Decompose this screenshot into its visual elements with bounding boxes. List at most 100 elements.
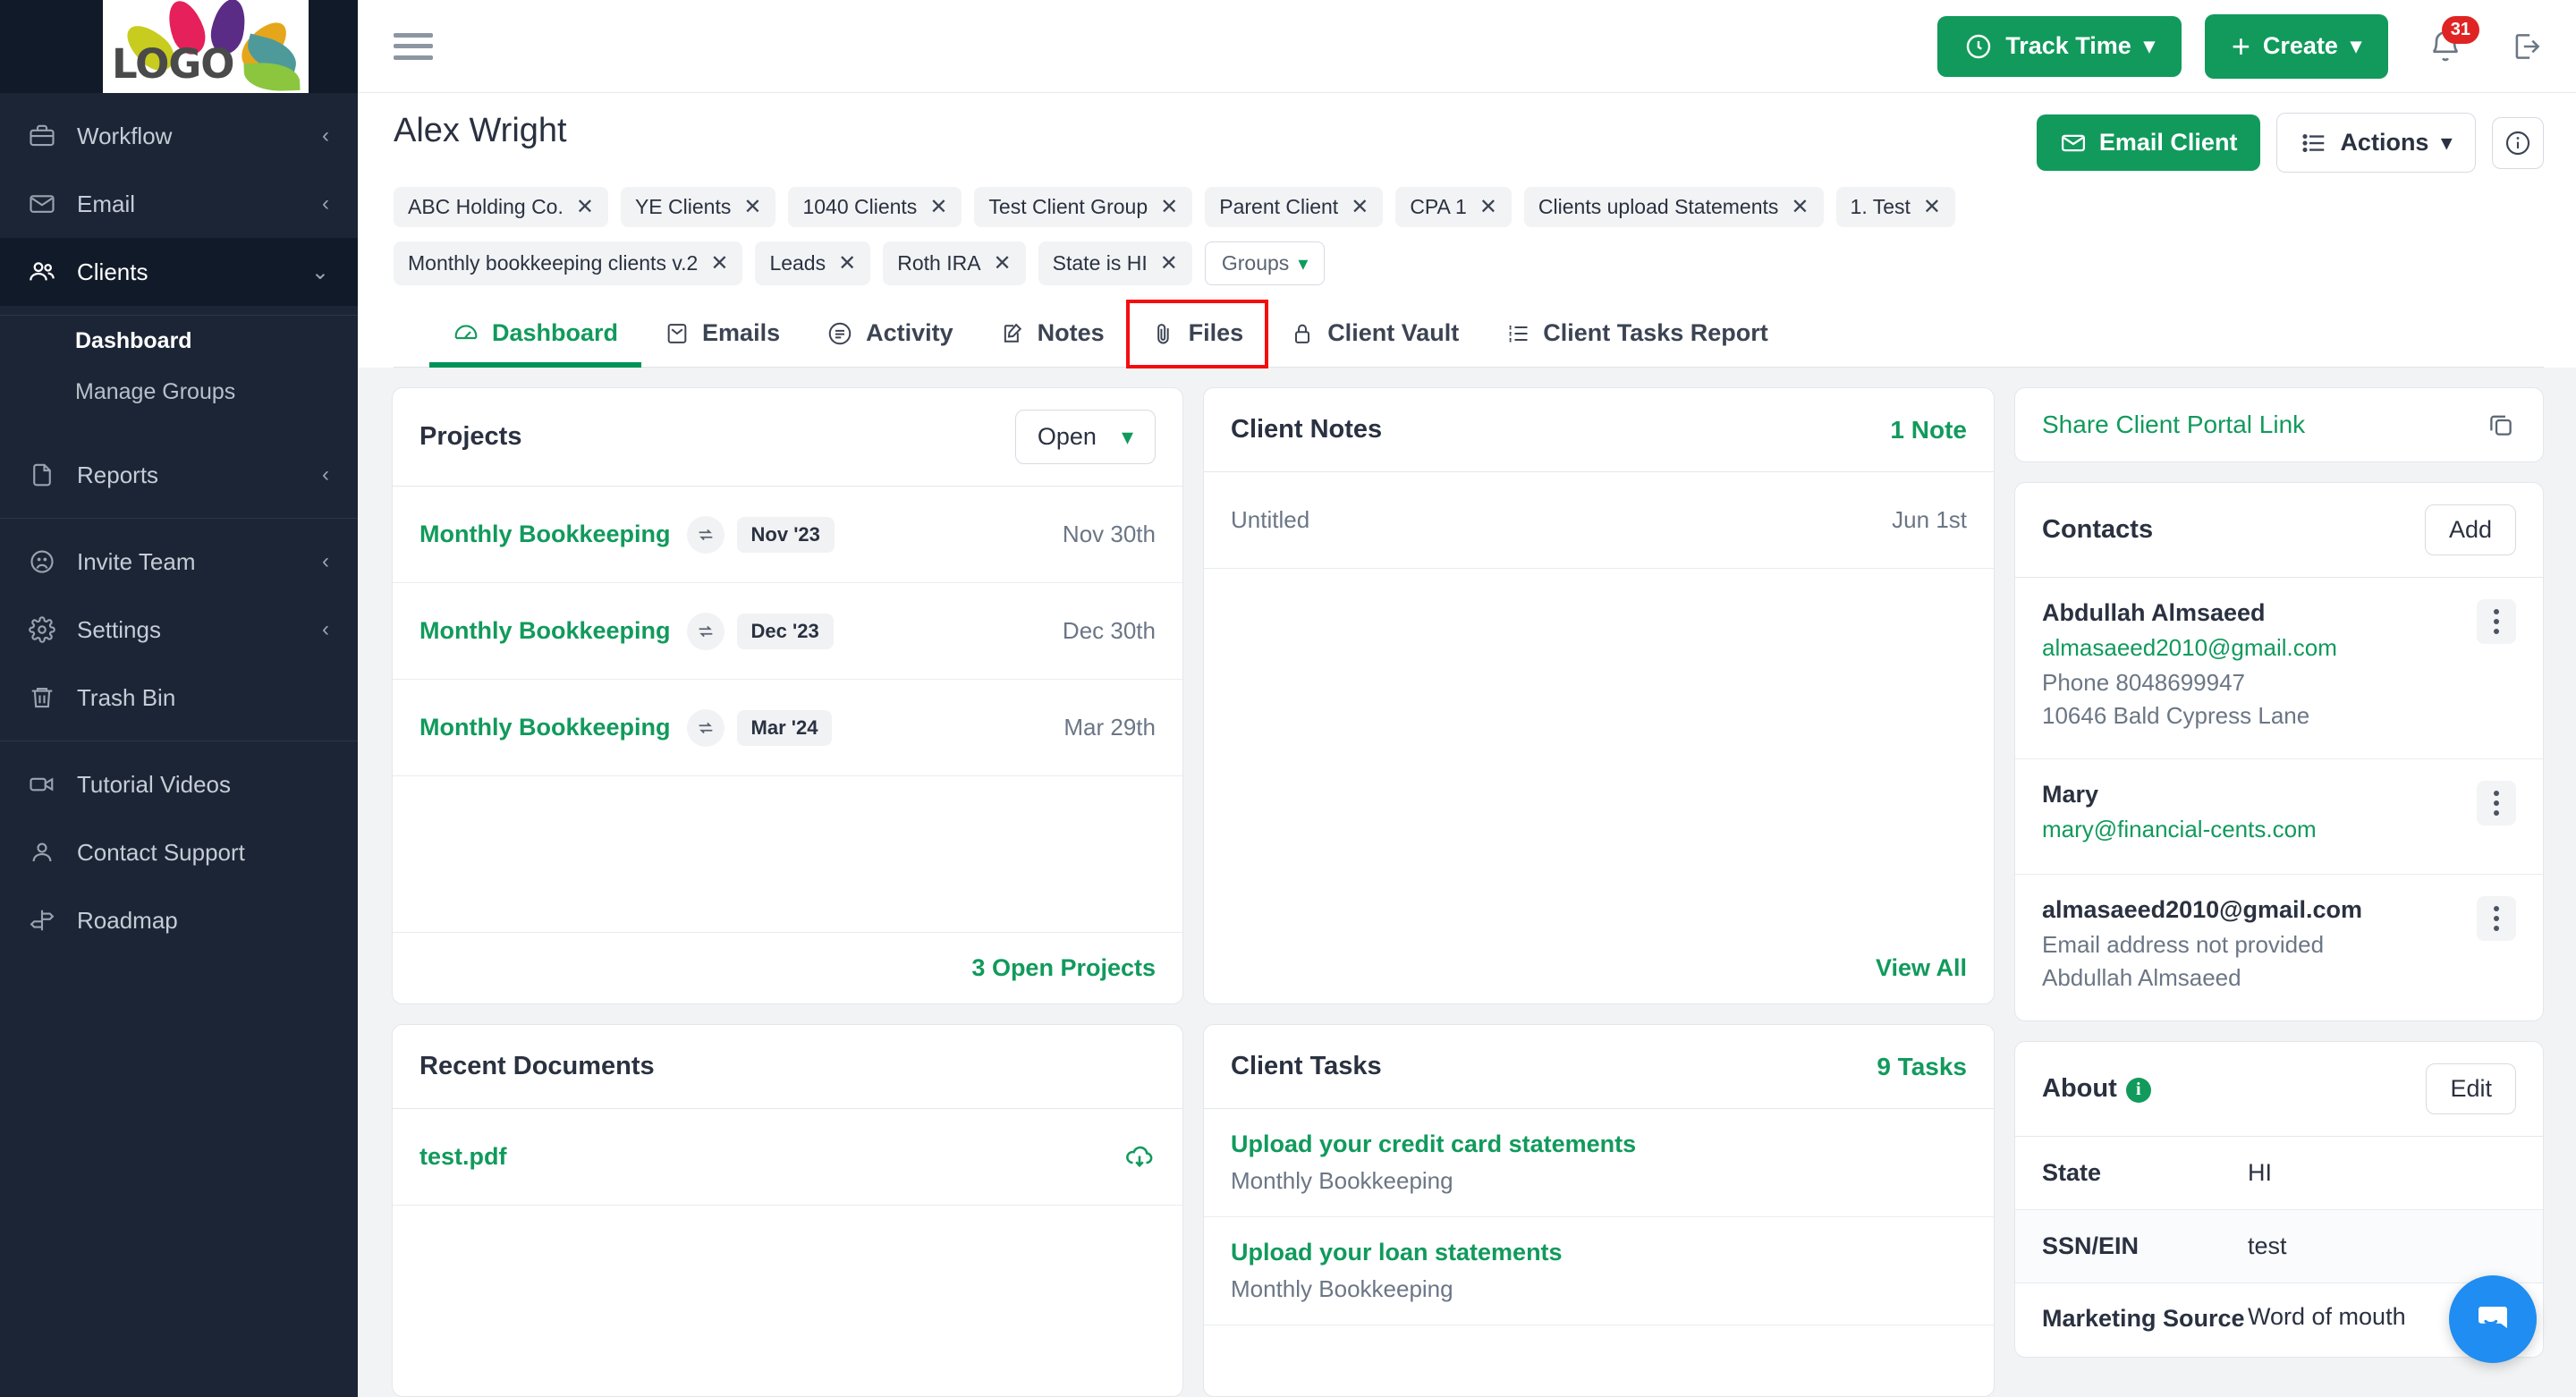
project-row[interactable]: Monthly Bookkeeping Mar '24 Mar 29th [393, 680, 1182, 776]
nav-group-primary: Workflow ‹ Email ‹ Clients ⌄ [0, 93, 358, 316]
contact-email[interactable]: mary@financial-cents.com [2042, 816, 2477, 843]
sidebar-item-clients[interactable]: Clients ⌄ [0, 238, 358, 306]
client-tag[interactable]: Roth IRA ✕ [883, 241, 1026, 285]
sidebar-item-dashboard[interactable]: Dashboard [0, 316, 358, 367]
sidebar-item-roadmap[interactable]: Roadmap [0, 886, 358, 954]
logo-area[interactable]: LOGO [0, 0, 358, 93]
close-icon[interactable]: ✕ [576, 196, 594, 218]
project-row[interactable]: Monthly Bookkeeping Nov '23 Nov 30th [393, 487, 1182, 583]
actions-button[interactable]: Actions ▾ [2276, 113, 2476, 173]
task-row[interactable]: Upload your loan statements Monthly Book… [1204, 1217, 1994, 1325]
task-title[interactable]: Upload your credit card statements [1231, 1130, 1636, 1158]
client-tag[interactable]: CPA 1 ✕ [1395, 187, 1512, 227]
tag-label: Test Client Group [988, 195, 1148, 218]
document-name[interactable]: test.pdf [419, 1143, 507, 1171]
sidebar-item-tutorial-videos[interactable]: Tutorial Videos [0, 750, 358, 818]
notes-count[interactable]: 1 Note [1890, 416, 1967, 444]
edit-about-button[interactable]: Edit [2426, 1063, 2516, 1114]
project-name[interactable]: Monthly Bookkeeping [419, 714, 671, 741]
close-icon[interactable]: ✕ [710, 252, 728, 275]
open-projects-link[interactable]: 3 Open Projects [971, 954, 1156, 982]
tasks-count[interactable]: 9 Tasks [1877, 1053, 1967, 1081]
sidebar-item-trash-bin[interactable]: Trash Bin [0, 664, 358, 732]
view-all-notes-link[interactable]: View All [1876, 954, 1967, 982]
sidebar-item-manage-groups[interactable]: Manage Groups [0, 367, 358, 418]
contact-menu-button[interactable] [2477, 599, 2516, 644]
tab-emails[interactable]: Emails [641, 301, 803, 367]
share-portal-card[interactable]: Share Client Portal Link [2014, 387, 2544, 462]
client-tag[interactable]: ABC Holding Co. ✕ [394, 187, 608, 227]
client-tag[interactable]: 1. Test ✕ [1835, 187, 1955, 227]
email-client-button[interactable]: Email Client [2036, 114, 2261, 171]
about-title-text: About [2042, 1074, 2117, 1103]
close-icon[interactable]: ✕ [1479, 196, 1497, 218]
about-field-label: State [2042, 1159, 2102, 1186]
project-name[interactable]: Monthly Bookkeeping [419, 617, 671, 645]
track-time-button[interactable]: Track Time ▾ [1937, 15, 2182, 77]
project-row[interactable]: Monthly Bookkeeping Dec '23 Dec 30th [393, 583, 1182, 680]
note-row[interactable]: Untitled Jun 1st [1204, 472, 1994, 569]
client-tag[interactable]: Leads ✕ [755, 241, 871, 285]
client-tag[interactable]: Test Client Group ✕ [974, 187, 1193, 227]
contact-item[interactable]: Mary mary@financial-cents.com [2015, 759, 2543, 875]
tab-dashboard[interactable]: Dashboard [429, 301, 642, 368]
sidebar-item-invite-team[interactable]: Invite Team ‹ [0, 528, 358, 596]
document-row[interactable]: test.pdf [393, 1109, 1182, 1206]
client-info-button[interactable] [2492, 116, 2544, 169]
close-icon[interactable]: ✕ [743, 196, 761, 218]
groups-dropdown-button[interactable]: Groups ▾ [1204, 241, 1326, 285]
sidebar-item-reports[interactable]: Reports ‹ [0, 441, 358, 509]
close-icon[interactable]: ✕ [1160, 196, 1178, 218]
close-icon[interactable]: ✕ [1160, 252, 1178, 275]
sidebar-item-email[interactable]: Email ‹ [0, 170, 358, 238]
contact-item[interactable]: Abdullah Almsaeed almasaeed2010@gmail.co… [2015, 578, 2543, 759]
page-title: Alex Wright [394, 112, 567, 149]
task-title[interactable]: Upload your loan statements [1231, 1239, 1563, 1266]
close-icon[interactable]: ✕ [994, 252, 1012, 275]
close-icon[interactable]: ✕ [929, 196, 947, 218]
copy-icon[interactable] [2486, 410, 2516, 440]
sidebar-item-workflow[interactable]: Workflow ‹ [0, 102, 358, 170]
contact-menu-button[interactable] [2477, 781, 2516, 826]
lock-icon [1290, 321, 1315, 346]
hamburger-icon[interactable] [394, 32, 433, 60]
client-tag[interactable]: Monthly bookkeeping clients v.2 ✕ [394, 241, 743, 285]
contact-menu-button[interactable] [2477, 896, 2516, 941]
logout-button[interactable] [2510, 30, 2544, 64]
note-title: Untitled [1231, 506, 1310, 533]
tab-activity[interactable]: Activity [803, 301, 977, 367]
tab-client-vault[interactable]: Client Vault [1267, 301, 1482, 367]
tab-client-tasks-report[interactable]: Client Tasks Report [1482, 301, 1792, 367]
about-field-label: Marketing Source [2042, 1305, 2245, 1332]
tab-files[interactable]: Files [1125, 300, 1269, 368]
chevron-down-icon: ▾ [1121, 423, 1133, 450]
cloud-download-icon[interactable] [1123, 1141, 1156, 1173]
info-icon[interactable]: i [2125, 1077, 2151, 1103]
client-tag[interactable]: 1040 Clients ✕ [788, 187, 962, 227]
chevron-down-icon: ▾ [2143, 34, 2155, 58]
create-button[interactable]: + Create ▾ [2204, 13, 2388, 79]
contact-item[interactable]: almasaeed2010@gmail.com Email address no… [2015, 875, 2543, 1020]
sidebar-item-contact-support[interactable]: Contact Support [0, 818, 358, 886]
contacts-header: Contacts Add [2015, 483, 2543, 578]
sidebar-item-settings[interactable]: Settings ‹ [0, 596, 358, 664]
task-row[interactable]: Upload your credit card statements Month… [1204, 1109, 1994, 1217]
projects-status-select[interactable]: Open ▾ [1014, 410, 1156, 464]
client-tag[interactable]: Parent Client ✕ [1205, 187, 1384, 227]
notifications-button[interactable]: 31 [2428, 15, 2479, 64]
client-tag[interactable]: State is HI ✕ [1038, 241, 1192, 285]
client-tag[interactable]: Clients upload Statements ✕ [1523, 187, 1824, 227]
project-name[interactable]: Monthly Bookkeeping [419, 521, 671, 548]
contact-email[interactable]: almasaeed2010@gmail.com [2042, 634, 2477, 662]
close-icon[interactable]: ✕ [1923, 196, 1941, 218]
tab-notes[interactable]: Notes [977, 301, 1128, 367]
add-contact-button[interactable]: Add [2424, 504, 2516, 555]
close-icon[interactable]: ✕ [1791, 196, 1809, 218]
share-portal-link[interactable]: Share Client Portal Link [2042, 411, 2305, 439]
about-field-value: test [2248, 1232, 2287, 1259]
close-icon[interactable]: ✕ [838, 252, 856, 275]
sidebar-item-label: Clients [77, 258, 148, 285]
chat-widget-button[interactable] [2449, 1275, 2537, 1363]
close-icon[interactable]: ✕ [1351, 196, 1368, 218]
client-tag[interactable]: YE Clients ✕ [620, 187, 776, 227]
